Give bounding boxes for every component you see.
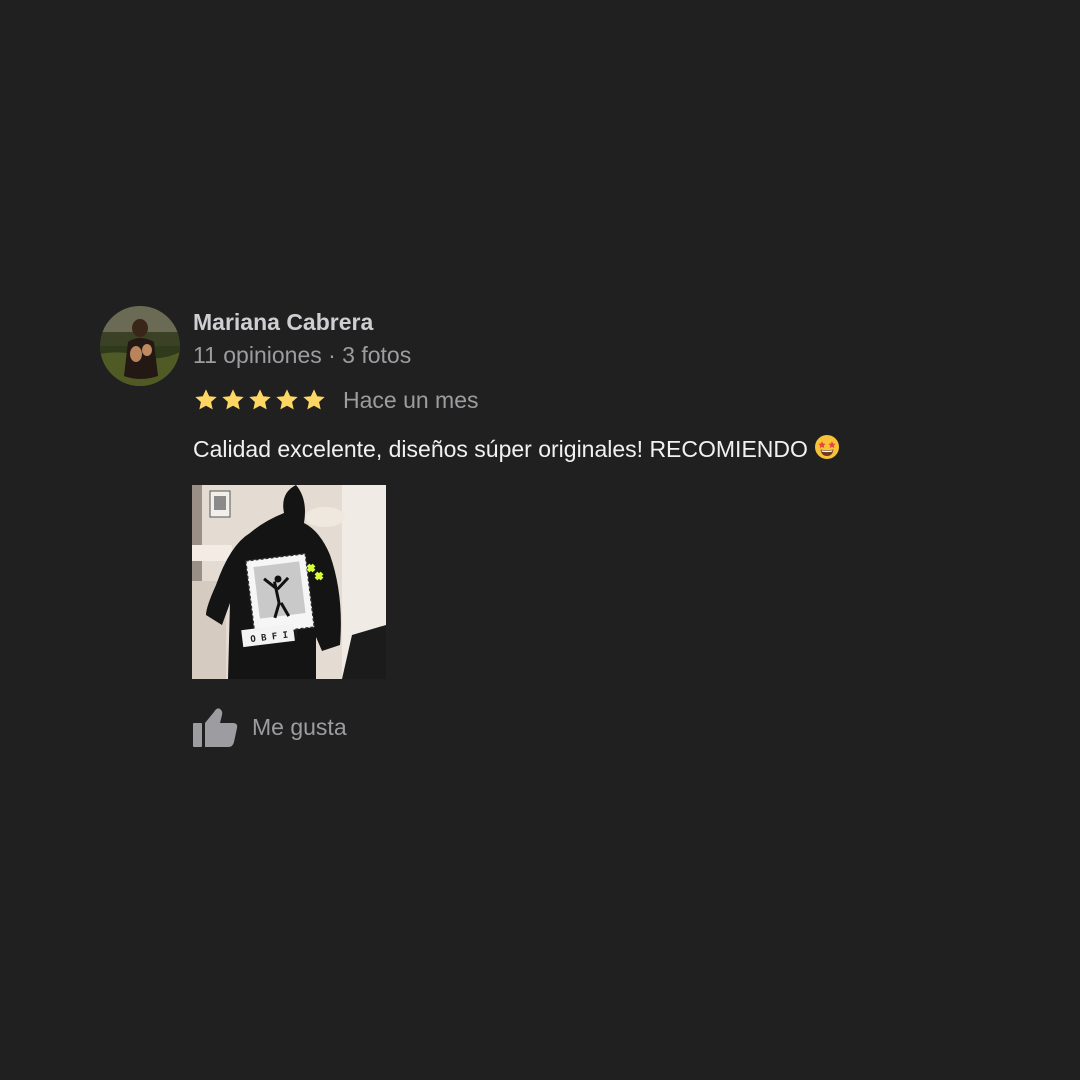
review-text-content: Calidad excelente, diseños súper origina… <box>193 436 808 462</box>
review-time: Hace un mes <box>343 386 479 413</box>
star-icon <box>195 389 217 410</box>
like-button[interactable]: Me gusta <box>193 706 347 748</box>
star-icon <box>276 389 298 410</box>
star-icon <box>249 389 271 410</box>
star-struck-emoji <box>814 434 840 466</box>
like-label: Me gusta <box>252 713 347 740</box>
author-meta: 11 opiniones · 3 fotos <box>193 342 412 368</box>
star-rating <box>193 387 327 413</box>
review-photo[interactable]: O B F I T <box>192 485 386 679</box>
star-icon <box>303 389 325 410</box>
author-name[interactable]: Mariana Cabrera <box>193 309 373 336</box>
avatar[interactable] <box>100 306 180 386</box>
thumbs-up-icon <box>193 708 238 747</box>
review-text: Calidad excelente, diseños súper origina… <box>193 434 840 466</box>
star-icon <box>222 389 244 410</box>
rating-row: Hace un mes <box>193 386 479 414</box>
